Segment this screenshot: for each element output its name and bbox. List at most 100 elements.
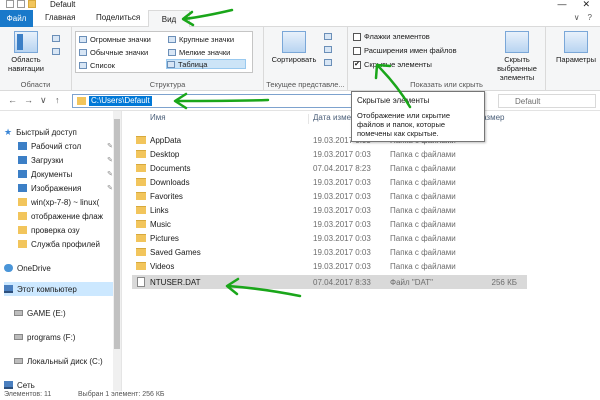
folder-icon — [136, 206, 146, 214]
folder-icon — [136, 136, 146, 144]
table-row[interactable]: Favorites 19.03.2017 0:03 Папка с файлам… — [132, 189, 527, 203]
hide-selected-label: Скрыть выбранные элементы — [497, 55, 537, 82]
preview-pane-icon[interactable] — [52, 35, 60, 42]
add-columns-icon[interactable] — [324, 46, 332, 53]
nav-this-pc[interactable]: Этот компьютер — [4, 282, 118, 296]
cloud-icon — [4, 264, 13, 272]
status-bar: Элементов: 11 Выбран 1 элемент: 256 КБ — [0, 391, 600, 400]
group-label-panes: Области — [20, 80, 51, 89]
table-row[interactable]: Pictures 19.03.2017 0:03 Папка с файлами — [132, 231, 527, 245]
quick-access-toolbar — [6, 0, 36, 8]
nav-drive-game[interactable]: GAME (E:) — [14, 306, 114, 320]
new-folder-icon[interactable] — [28, 0, 36, 8]
up-arrow-icon[interactable]: ↑ — [55, 95, 60, 105]
folder-icon — [136, 248, 146, 256]
tab-view[interactable]: Вид — [148, 10, 190, 28]
nav-folder-ram-check[interactable]: проверка озу — [18, 223, 114, 237]
nav-folder-profile-service[interactable]: Служба профилей — [18, 237, 114, 251]
table-row[interactable]: Music 19.03.2017 0:03 Папка с файлами — [132, 217, 527, 231]
nav-desktop[interactable]: Рабочий стол — [18, 139, 114, 153]
nav-onedrive[interactable]: OneDrive — [4, 261, 118, 275]
nav-pictures[interactable]: Изображения — [18, 181, 114, 195]
folder-icon — [136, 150, 146, 158]
network-icon — [4, 381, 13, 389]
help-icon[interactable]: ? — [588, 13, 592, 22]
properties-icon[interactable] — [6, 0, 14, 8]
chevron-down-icon[interactable]: ∨ — [40, 95, 47, 106]
group-by-icon[interactable] — [324, 33, 332, 40]
status-item-count: Элементов: 11 — [4, 391, 52, 398]
hidden-items-toggle[interactable]: ✔ Скрытые элементы — [353, 60, 432, 69]
layout-details[interactable]: Таблица — [166, 59, 246, 69]
folder-icon — [18, 226, 27, 234]
details-pane-icon[interactable] — [52, 48, 60, 55]
pictures-icon — [18, 184, 27, 192]
table-row[interactable]: Saved Games 19.03.2017 0:03 Папка с файл… — [132, 245, 527, 259]
layout-medium-icons[interactable]: Обычные значки — [79, 47, 148, 57]
options-button[interactable]: Параметры — [556, 31, 596, 64]
table-row[interactable]: Links 19.03.2017 0:03 Папка с файлами — [132, 203, 527, 217]
close-button[interactable]: ✕ — [582, 0, 590, 10]
address-bar-row: ← → ∨ ↑ C:\Users\Default Default — [0, 91, 600, 111]
column-header-name[interactable]: Имя — [150, 113, 166, 122]
sort-label: Сортировать — [271, 55, 317, 64]
layout-small-icons[interactable]: Мелкие значки — [168, 47, 230, 57]
extra-large-icons-icon — [79, 35, 87, 43]
nav-documents[interactable]: Документы — [18, 167, 114, 181]
chevron-down-icon[interactable]: ∨ — [574, 13, 580, 22]
table-row[interactable]: Downloads 19.03.2017 0:03 Папка с файлам… — [132, 175, 527, 189]
column-separator[interactable] — [308, 114, 309, 124]
layout-large-icons[interactable]: Крупные значки — [168, 34, 234, 44]
layout-extra-large-icons[interactable]: Огромные значки — [79, 34, 151, 44]
table-row[interactable]: Videos 19.03.2017 0:03 Папка с файлами — [132, 259, 527, 273]
back-arrow-icon[interactable]: ← — [8, 95, 17, 105]
nav-pane-button[interactable]: Область навигации — [4, 31, 48, 73]
hide-selected-button[interactable]: Скрыть выбранные элементы — [490, 31, 544, 82]
nav-drive-local-c[interactable]: Локальный диск (C:) — [14, 354, 114, 368]
nav-drive-programs[interactable]: programs (F:) — [14, 330, 114, 344]
ribbon-tabs: Файл Главная Поделиться Вид ∨ ? — [0, 10, 600, 28]
folder-icon — [18, 240, 27, 248]
tab-share[interactable]: Поделиться — [96, 13, 140, 22]
search-input[interactable]: Default — [498, 94, 596, 108]
desktop-icon — [18, 142, 27, 150]
title-bar: Default — ✕ — [0, 0, 600, 10]
size-columns-icon[interactable] — [324, 59, 332, 66]
status-selection: Выбран 1 элемент: 256 КБ — [78, 391, 165, 398]
layout-list[interactable]: Список — [79, 60, 115, 70]
small-icons-icon — [168, 48, 176, 56]
nav-folder-checkboxes[interactable]: отображение флаж — [18, 209, 114, 223]
nav-quick-access[interactable]: ★ Быстрый доступ — [4, 125, 118, 139]
nav-scrollbar-thumb[interactable] — [114, 119, 120, 349]
table-row[interactable]: Desktop 19.03.2017 0:03 Папка с файлами — [132, 147, 527, 161]
nav-network[interactable]: Сеть — [4, 378, 118, 392]
table-row[interactable]: NTUSER.DAT 07.04.2017 8:33 Файл "DAT" 25… — [132, 275, 527, 289]
tab-file[interactable]: Файл — [0, 10, 33, 27]
hidden-items-checkbox[interactable]: ✔ — [353, 60, 361, 69]
sort-icon — [282, 31, 306, 53]
minimize-button[interactable]: — — [557, 0, 566, 10]
nav-downloads[interactable]: Загрузки — [18, 153, 114, 167]
ribbon: Область навигации Области Структура Огро… — [0, 27, 600, 91]
extensions-checkbox[interactable] — [353, 46, 361, 55]
computer-icon — [4, 285, 13, 293]
item-checkboxes-checkbox[interactable] — [353, 32, 361, 41]
layout-gallery: Огромные значки Крупные значки Обычные з… — [75, 31, 253, 73]
hide-selected-icon — [505, 31, 529, 53]
sort-button[interactable]: Сортировать — [268, 31, 320, 64]
extensions-toggle[interactable]: Расширения имен файлов — [353, 46, 457, 55]
address-path[interactable]: C:\Users\Default — [89, 96, 152, 106]
nav-folder-win-linux[interactable]: win(xp-7-8) ~ linux( — [18, 195, 114, 209]
tab-home[interactable]: Главная — [45, 13, 75, 22]
window-title: Default — [50, 0, 76, 9]
item-checkboxes-toggle[interactable]: Флажки элементов — [353, 32, 430, 41]
table-row[interactable]: Documents 07.04.2017 8:23 Папка с файлам… — [132, 161, 527, 175]
downloads-icon — [18, 156, 27, 164]
forward-arrow-icon[interactable]: → — [24, 95, 33, 105]
group-show-hide: Флажки элементов Расширения имен файлов … — [348, 27, 546, 91]
nav-scrollbar[interactable] — [113, 111, 121, 391]
tooltip-title: Скрытые элементы — [357, 96, 430, 105]
check-icon[interactable] — [17, 0, 25, 8]
folder-icon — [136, 178, 146, 186]
folder-icon — [136, 234, 146, 242]
